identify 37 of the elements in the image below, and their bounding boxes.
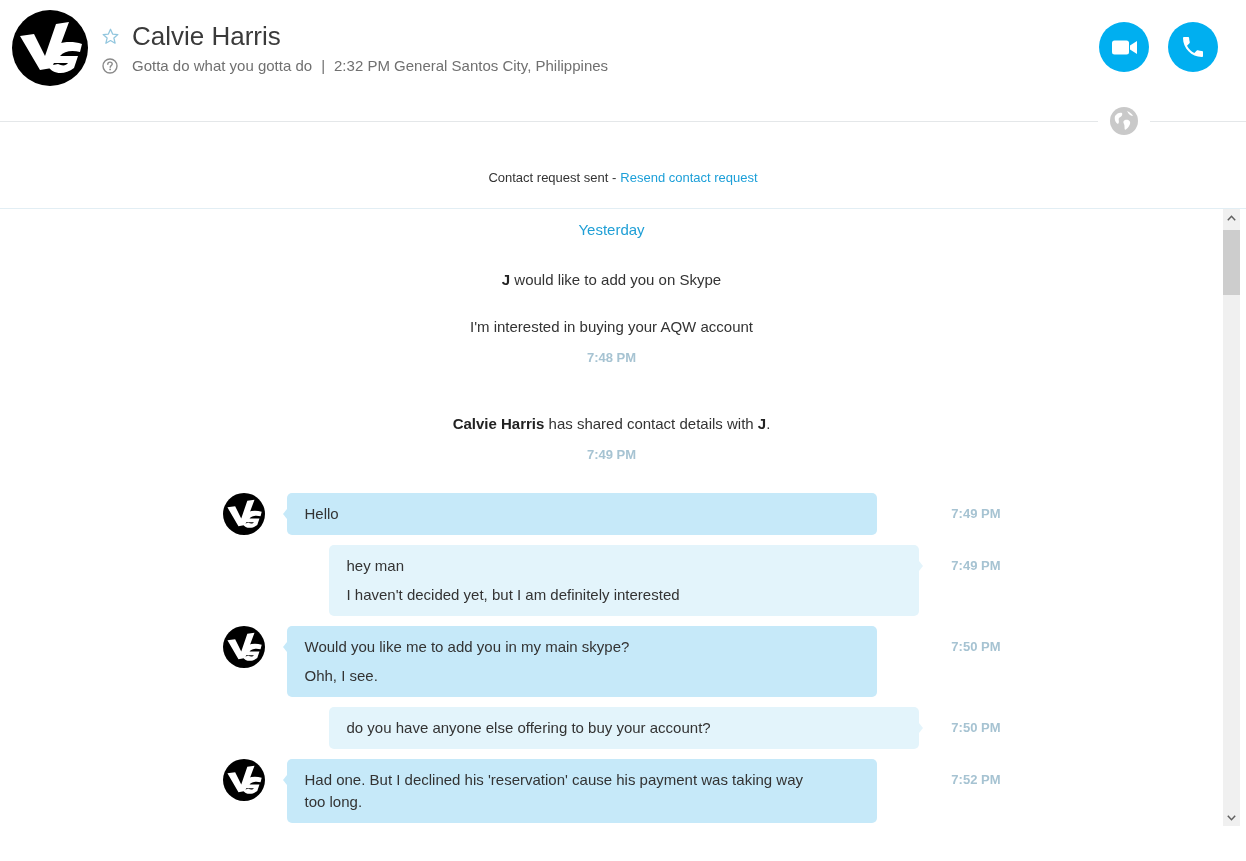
chevron-down-icon: [1227, 814, 1236, 821]
chevron-up-icon: [1227, 214, 1236, 221]
help-icon[interactable]: [102, 58, 118, 74]
avatar: [222, 493, 265, 535]
scrollbar-thumb[interactable]: [1223, 230, 1240, 295]
local-time-location: 2:32 PM General Santos City, Philippines: [334, 57, 609, 74]
message-text: Hello: [304, 504, 340, 524]
avatar: [222, 626, 265, 668]
contact-request-status: Contact request sent -: [488, 169, 617, 187]
message-time: 7:52 PM: [951, 771, 1001, 789]
message-time: 7:50 PM: [951, 719, 1001, 737]
audio-call-button[interactable]: [1168, 22, 1218, 72]
message-text: do you have anyone else offering to buy your account?: [346, 718, 712, 738]
date-label: Yesterday: [578, 220, 645, 240]
star-icon[interactable]: [102, 27, 119, 45]
globe-icon[interactable]: [1110, 107, 1138, 135]
avatar: [222, 759, 265, 801]
message-text: Had one. But I declined his 'reservation' cause his payment was taking way too long.: [304, 770, 804, 812]
video-call-button[interactable]: [1099, 22, 1149, 72]
notice-time: 7:49 PM: [586, 446, 637, 464]
message-time: 7:49 PM: [951, 505, 1001, 523]
video-camera-icon: [1111, 39, 1137, 55]
phone-icon: [1183, 37, 1203, 57]
message-text: Would you like me to add you in my main skype?: [304, 637, 631, 657]
message-text: hey man: [346, 556, 406, 576]
contact-name: Calvie Harris: [132, 20, 281, 52]
system-notice: J would like to add you on Skype: [501, 270, 722, 290]
message-text: Ohh, I see.: [304, 666, 379, 686]
mood-message: Gotta do what you gotta do: [132, 57, 313, 74]
message-time: 7:49 PM: [951, 557, 1001, 575]
system-notice: Calvie Harris has shared contact details with J.: [452, 414, 771, 434]
notice-time: 7:48 PM: [586, 349, 637, 367]
system-notice: I'm interested in buying your AQW account: [470, 317, 753, 337]
message-time: 7:50 PM: [951, 638, 1001, 656]
separator: |: [321, 57, 326, 74]
message-text: I haven't decided yet, but I am definitely interested: [346, 585, 681, 605]
resend-contact-request-link[interactable]: Resend contact request: [620, 168, 758, 188]
